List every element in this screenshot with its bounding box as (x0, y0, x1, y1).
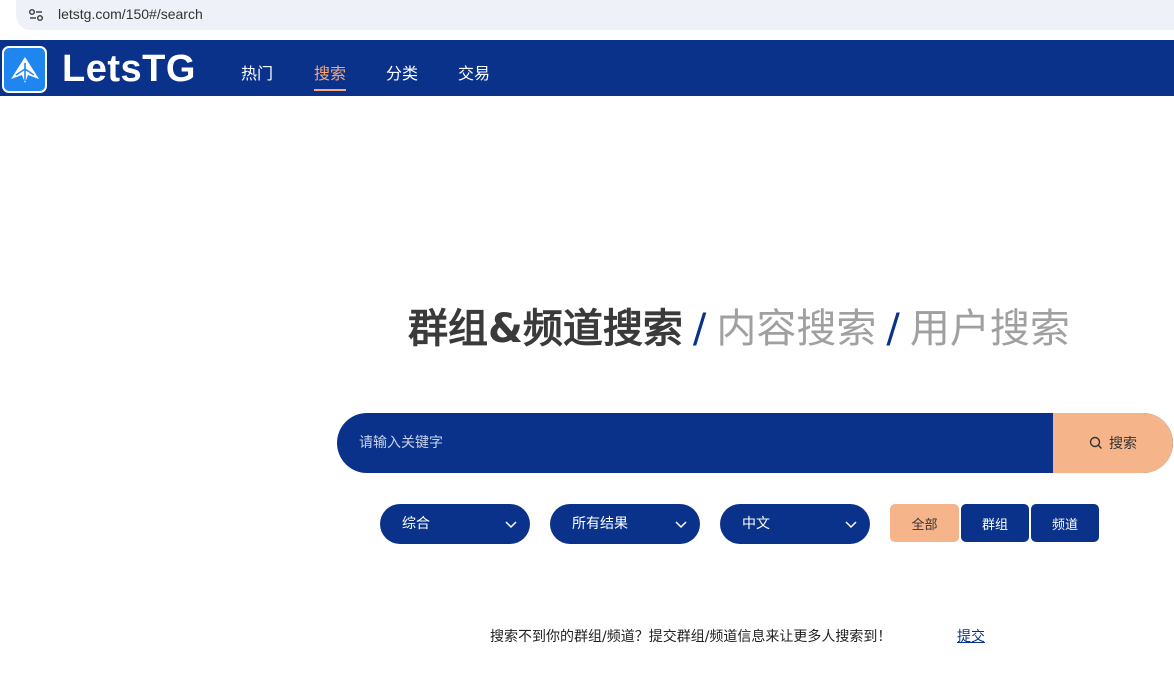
mode-separator: / (692, 306, 707, 352)
search-mode-title: 群组&频道搜索 / 内容搜索 / 用户搜索 (408, 296, 1070, 354)
paper-plane-icon[interactable] (2, 46, 47, 93)
result-scope-select[interactable]: 所有结果 (550, 504, 700, 544)
sort-select-value: 综合 (402, 516, 430, 532)
nav-item-trade[interactable]: 交易 (458, 60, 490, 84)
sort-select[interactable]: 综合 (380, 504, 530, 544)
mode-separator: / (886, 306, 900, 352)
search-button-label: 搜索 (1109, 436, 1137, 452)
search-button[interactable]: 搜索 (1053, 413, 1173, 473)
language-select[interactable]: 中文 (720, 504, 870, 544)
chevron-down-icon (845, 521, 857, 529)
tune-icon[interactable] (22, 3, 50, 27)
browser-address-bar: letstg.com/150#/search (0, 0, 1174, 34)
search-bar: 搜索 (337, 413, 1173, 473)
nav-active-indicator (314, 89, 346, 91)
url-text[interactable]: letstg.com/150#/search (58, 6, 203, 22)
language-select-value: 中文 (742, 516, 770, 532)
search-input[interactable] (337, 413, 1053, 473)
submit-prompt-text: 搜索不到你的群组/频道？提交群组/频道信息来让更多人搜索到！ (490, 629, 892, 645)
type-channel-button[interactable]: 频道 (1031, 504, 1099, 542)
mode-group-channel-search[interactable]: 群组&频道搜索 (408, 306, 683, 352)
brand-name[interactable]: LetsTG (62, 48, 196, 91)
nav-item-search[interactable]: 搜索 (314, 60, 346, 84)
result-scope-select-value: 所有结果 (572, 516, 628, 532)
submit-link[interactable]: 提交 (957, 626, 985, 646)
nav-item-category[interactable]: 分类 (386, 60, 418, 84)
chevron-down-icon (505, 521, 517, 529)
mode-content-search[interactable]: 内容搜索 (716, 306, 876, 352)
search-icon (1089, 436, 1102, 449)
mode-user-search[interactable]: 用户搜索 (910, 306, 1070, 352)
chevron-down-icon (675, 521, 687, 529)
type-group-button[interactable]: 群组 (961, 504, 1029, 542)
nav-item-hot[interactable]: 热门 (241, 60, 273, 84)
type-all-button[interactable]: 全部 (890, 504, 959, 542)
top-nav: LetsTG 热门 搜索 分类 交易 (0, 40, 1174, 96)
